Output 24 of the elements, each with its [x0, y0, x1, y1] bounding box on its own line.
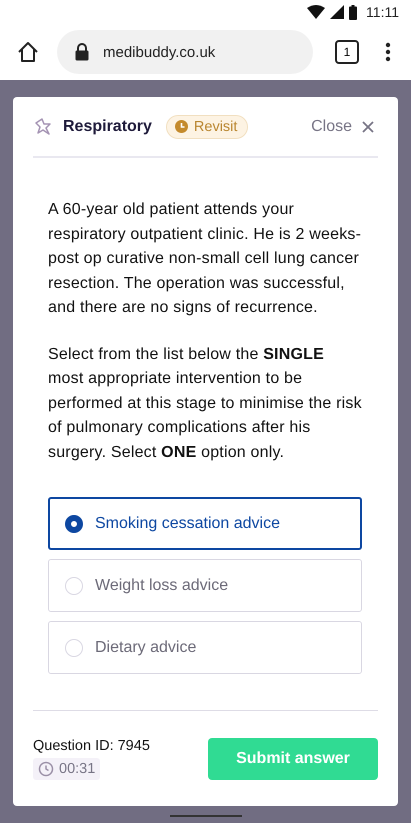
address-bar[interactable]: medibuddy.co.uk: [57, 30, 313, 74]
category-title: Respiratory: [63, 118, 152, 136]
answer-option[interactable]: Weight loss advice: [48, 559, 362, 612]
answer-option[interactable]: Dietary advice: [48, 621, 362, 674]
wifi-icon: [307, 5, 326, 19]
home-icon[interactable]: [17, 41, 39, 63]
battery-icon: [349, 4, 358, 20]
clock-icon: [38, 760, 54, 776]
menu-icon[interactable]: [385, 42, 391, 62]
close-button[interactable]: Close: [311, 118, 378, 136]
signal-icon: [330, 5, 344, 19]
question-text: A 60-year old patient attends your respiratory outpatient clinic. He is 2 weeks-post op curative non-small cell lung cancer resection. The operation was successful, and there are no signs of recurrence.: [48, 200, 362, 318]
close-icon[interactable]: [362, 120, 374, 132]
timer-text: 00:31: [59, 760, 96, 776]
lock-icon: [75, 43, 89, 61]
question-id: Question ID: 7945: [33, 738, 150, 754]
radio-icon[interactable]: [65, 638, 83, 656]
answer-option[interactable]: Smoking cessation advice: [48, 497, 362, 550]
question-text: Select from the list below the SINGLE most appropriate intervention to be performed at this stage to minimise the risk of pulmonary complications after his surgery. Select ONE option only.: [48, 344, 362, 462]
status-time: 11:11: [366, 4, 399, 20]
tab-count-button[interactable]: 1: [335, 40, 359, 64]
radio-icon[interactable]: [65, 576, 83, 594]
revisit-badge: Revisit: [166, 114, 248, 138]
radio-selected-icon[interactable]: [65, 514, 83, 532]
